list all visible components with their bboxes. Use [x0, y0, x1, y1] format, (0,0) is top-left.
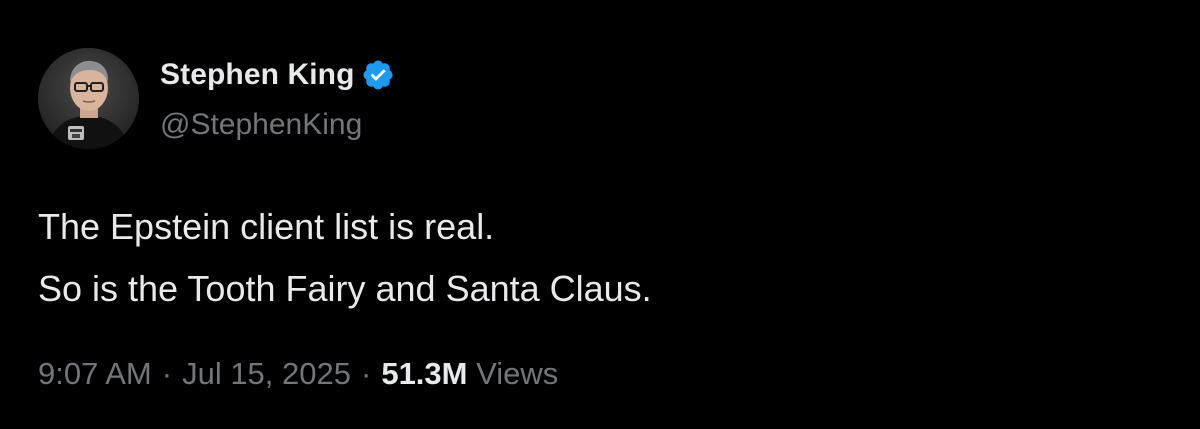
author-display-name[interactable]: Stephen King [160, 58, 355, 92]
avatar-photo [38, 48, 139, 149]
author-handle[interactable]: @StephenKing [160, 108, 362, 142]
views-count[interactable]: 51.3M [381, 356, 467, 391]
avatar[interactable] [38, 48, 139, 149]
author-name-row: Stephen King [160, 55, 395, 95]
verified-badge-icon[interactable] [361, 58, 395, 92]
tweet-text-line: So is the Tooth Fairy and Santa Claus. [38, 268, 652, 309]
tweet-text-line: The Epstein client list is real. [38, 206, 495, 247]
tweet-card: Stephen King @StephenKing The Epstein cl… [0, 0, 1200, 429]
tweet-text: The Epstein client list is real. So is t… [38, 196, 652, 320]
tweet-date[interactable]: Jul 15, 2025 [182, 356, 351, 391]
tweet-meta: 9:07 AM · Jul 15, 2025 · 51.3M Views [38, 356, 558, 392]
tweet-time[interactable]: 9:07 AM [38, 356, 152, 391]
views-label: Views [476, 356, 559, 391]
meta-separator: · [161, 356, 173, 391]
meta-separator: · [361, 356, 372, 391]
